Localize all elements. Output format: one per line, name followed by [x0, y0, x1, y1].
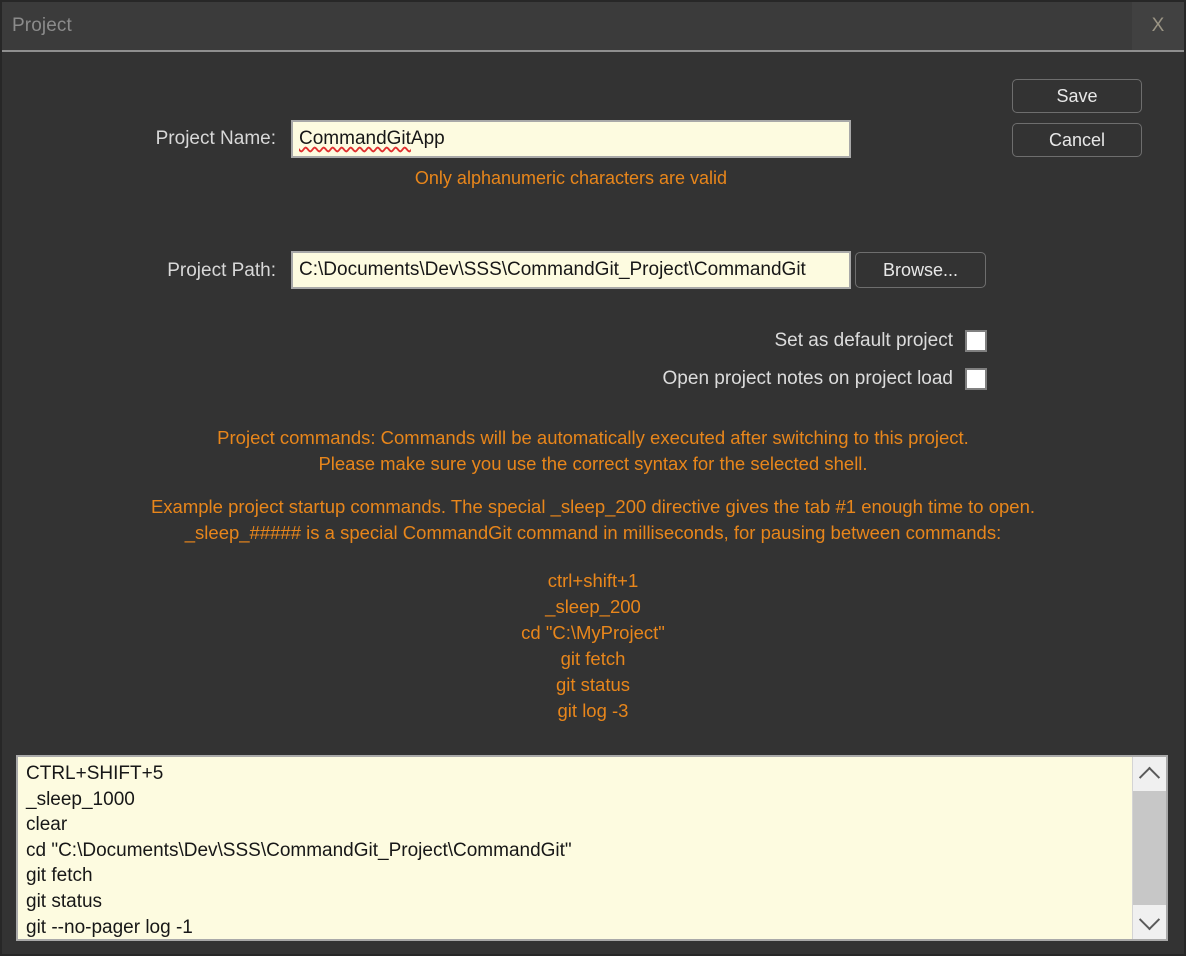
- example-command-item: cd "C:\MyProject": [521, 622, 665, 643]
- dialog-content: Save Cancel Project Name: CommandGit App…: [2, 52, 1184, 954]
- set-default-project-label: Set as default project: [774, 330, 954, 351]
- commands-textarea-wrapper: CTRL+SHIFT+5 _sleep_1000 clear cd "C:\Do…: [16, 755, 1168, 941]
- scrollbar-track[interactable]: [1133, 791, 1166, 905]
- browse-button[interactable]: Browse...: [855, 252, 986, 288]
- set-default-project-row: Set as default project: [774, 330, 987, 352]
- open-project-notes-label: Open project notes on project load: [662, 368, 953, 389]
- example-command-item: git log -3: [557, 700, 629, 721]
- cancel-button[interactable]: Cancel: [1012, 123, 1142, 157]
- project-path-label: Project Path:: [167, 260, 276, 281]
- project-dialog-window: Project X Save Cancel Project Name: Comm…: [0, 0, 1186, 956]
- chevron-up-icon: [1138, 766, 1161, 788]
- project-name-label: Project Name:: [155, 128, 276, 149]
- scroll-up-button[interactable]: [1133, 757, 1166, 791]
- save-button[interactable]: Save: [1012, 79, 1142, 113]
- project-commands-info-line1: Project commands: Commands will be autom…: [217, 427, 969, 448]
- scrollbar-thumb[interactable]: [1133, 791, 1166, 905]
- example-command-item: ctrl+shift+1: [547, 570, 639, 591]
- example-command-item: _sleep_200: [545, 596, 641, 617]
- example-commands-info-line2: _sleep_##### is a special CommandGit com…: [184, 522, 1002, 543]
- project-name-input[interactable]: CommandGit App: [291, 120, 851, 158]
- commands-scrollbar[interactable]: [1132, 757, 1166, 939]
- scroll-down-button[interactable]: [1133, 905, 1166, 939]
- example-commands-info: Example project startup commands. The sp…: [2, 494, 1184, 546]
- set-default-project-checkbox[interactable]: [965, 330, 987, 352]
- open-project-notes-row: Open project notes on project load: [663, 368, 987, 390]
- page-title: Project: [12, 15, 72, 36]
- project-commands-info-line2: Please make sure you use the correct syn…: [318, 453, 868, 474]
- example-commands-info-line1: Example project startup commands. The sp…: [150, 496, 1036, 517]
- chevron-down-icon: [1138, 908, 1161, 930]
- project-name-value-misspelled: CommandGit: [299, 128, 411, 149]
- open-project-notes-checkbox[interactable]: [965, 368, 987, 390]
- project-commands-info: Project commands: Commands will be autom…: [2, 425, 1184, 477]
- project-name-value-rest: App: [410, 128, 445, 149]
- close-icon[interactable]: X: [1132, 2, 1184, 50]
- project-name-hint: Only alphanumeric characters are valid: [414, 168, 728, 188]
- commands-textarea[interactable]: CTRL+SHIFT+5 _sleep_1000 clear cd "C:\Do…: [18, 757, 1132, 939]
- example-command-item: git status: [555, 674, 631, 695]
- example-command-item: git fetch: [560, 648, 626, 669]
- example-command-list: ctrl+shift+1 _sleep_200 cd "C:\MyProject…: [2, 568, 1184, 724]
- title-bar: Project X: [2, 2, 1184, 52]
- project-path-input[interactable]: C:\Documents\Dev\SSS\CommandGit_Project\…: [291, 251, 851, 289]
